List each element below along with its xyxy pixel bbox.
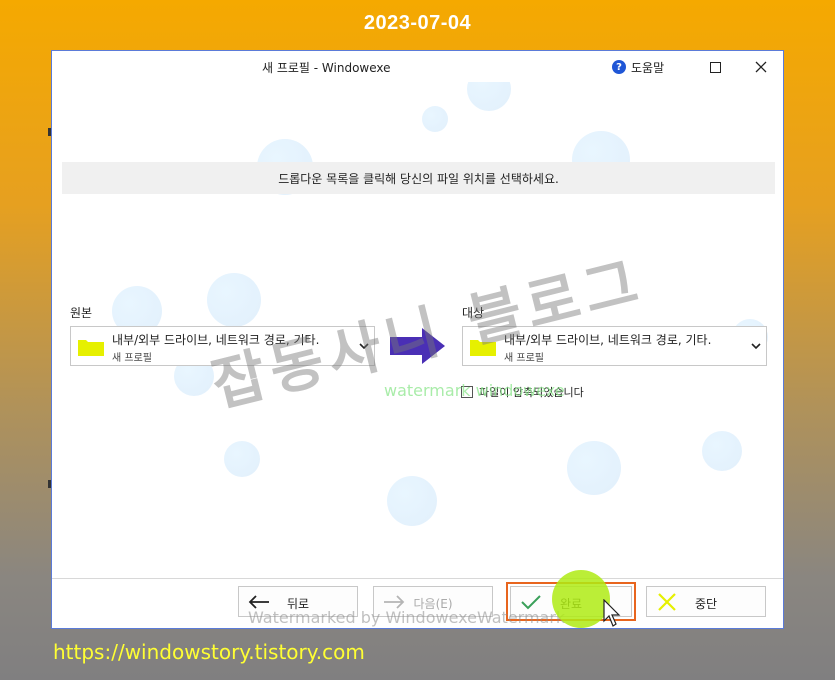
instruction-text: 드롭다운 목록을 클릭해 당신의 파일 위치를 선택하세요. (278, 171, 559, 186)
watermark-bubble (422, 106, 448, 132)
instruction-banner: 드롭다운 목록을 클릭해 당신의 파일 위치를 선택하세요. (62, 162, 775, 194)
question-circle-icon: ? (612, 60, 626, 74)
watermark-bubble (207, 273, 261, 327)
edge-artifact (48, 480, 51, 488)
edge-artifact (48, 128, 51, 136)
help-label: 도움말 (631, 60, 665, 75)
chevron-down-icon (751, 343, 761, 350)
source-label: 원본 (70, 306, 93, 320)
source-profile-name: 새 프로필 (112, 353, 152, 364)
date-watermark: 2023-07-04 (363, 12, 472, 34)
watermark-bubble (224, 441, 260, 477)
window-title: 새 프로필 - Windowexe (262, 61, 391, 75)
title-bar: 새 프로필 - Windowexe ? 도움말 (52, 51, 783, 82)
target-profile-name: 새 프로필 (504, 353, 544, 364)
watermark-bubble (702, 431, 742, 471)
maximize-icon (709, 61, 721, 73)
watermark-bubble (567, 441, 621, 495)
bottom-watermark: Watermarked by WindowexeWatermark (248, 608, 566, 627)
cancel-label: 중단 (694, 597, 718, 611)
mouse-pointer-icon (603, 599, 621, 627)
folder-icon (78, 340, 104, 356)
maximize-button[interactable] (702, 56, 728, 78)
cursor-highlight (552, 570, 610, 628)
watermark-bubble (387, 476, 437, 526)
cancel-button[interactable]: 중단 (646, 586, 766, 617)
green-watermark: watermark windowexe (384, 381, 565, 400)
blog-url-watermark: https://windowstory.tistory.com (53, 640, 365, 664)
close-button[interactable] (748, 56, 774, 78)
help-button[interactable]: ? 도움말 (612, 57, 664, 77)
dialog-window: 새 프로필 - Windowexe ? 도움말 드롭다운 목록을 클릭해 당신의… (51, 50, 784, 629)
close-icon (755, 61, 767, 73)
